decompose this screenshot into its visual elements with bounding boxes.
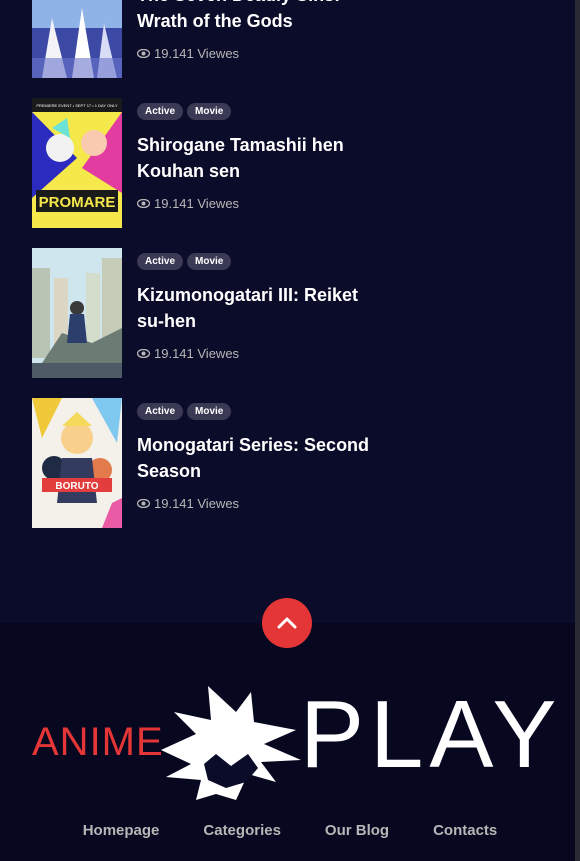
tag-list: Active Movie [137, 103, 232, 120]
views-text: 19.141 Viewes [154, 46, 240, 61]
views-count: 19.141 Viewes [137, 196, 239, 211]
views-text: 19.141 Viewes [154, 196, 240, 211]
anime-thumbnail[interactable]: PREMIERE EVENT • SEPT 17 • 1 DAY ONLY PR… [32, 98, 122, 228]
footer-link-contacts[interactable]: Contacts [433, 822, 497, 839]
list-item[interactable]: Active Movie Kizumonogatari III: Reiket … [32, 248, 412, 378]
footer-link-homepage[interactable]: Homepage [83, 822, 160, 839]
status-badge[interactable]: Active [137, 103, 184, 120]
site-logo[interactable]: ANIME PLAY [32, 680, 556, 800]
eye-icon [137, 499, 150, 508]
eye-icon [137, 199, 150, 208]
views-count: 19.141 Viewes [137, 46, 239, 61]
anime-thumbnail[interactable] [32, 248, 122, 378]
views-count: 19.141 Viewes [137, 496, 239, 511]
back-to-top-button[interactable] [262, 598, 312, 648]
views-count: 19.141 Viewes [137, 346, 239, 361]
type-badge[interactable]: Movie [187, 253, 232, 270]
footer-nav: Homepage Categories Our Blog Contacts [0, 822, 580, 839]
views-text: 19.141 Viewes [154, 496, 240, 511]
anime-title[interactable]: Monogatari Series: Second Season [137, 432, 377, 484]
anime-title[interactable]: Shirogane Tamashii hen Kouhan sen [137, 132, 377, 184]
anime-title[interactable]: Kizumonogatari III: Reiket su-hen [137, 282, 377, 334]
status-badge[interactable]: Active [137, 403, 184, 420]
list-item[interactable]: PREMIERE EVENT • SEPT 17 • 1 DAY ONLY PR… [32, 98, 412, 228]
footer-link-our-blog[interactable]: Our Blog [325, 822, 389, 839]
chevron-up-icon [277, 617, 297, 629]
status-badge[interactable]: Active [137, 253, 184, 270]
tag-list: Active Movie [137, 403, 232, 420]
type-badge[interactable]: Movie [187, 403, 232, 420]
tag-list: Active Movie [137, 253, 232, 270]
thumb-title: BORUTO [55, 481, 98, 492]
logo-text-play: PLAY [300, 681, 563, 788]
anime-title[interactable]: The Seven Deadly Sins: Wrath of the Gods [137, 0, 377, 34]
list-item[interactable]: BORUTO Active Movie Monogatari Series: S… [32, 398, 412, 528]
thumb-caption: PREMIERE EVENT • SEPT 17 • 1 DAY ONLY [36, 103, 118, 108]
footer-link-categories[interactable]: Categories [203, 822, 281, 839]
thumb-title: PROMARE [39, 194, 116, 211]
goku-head-icon [161, 686, 301, 800]
type-badge[interactable]: Movie [187, 103, 232, 120]
list-item[interactable]: The Seven Deadly Sins: Wrath of the Gods… [32, 0, 412, 78]
eye-icon [137, 349, 150, 358]
anime-thumbnail[interactable]: BORUTO [32, 398, 122, 528]
scrollbar[interactable] [575, 0, 580, 861]
views-text: 19.141 Viewes [154, 346, 240, 361]
eye-icon [137, 49, 150, 58]
logo-text-anime: ANIME [32, 720, 164, 764]
anime-thumbnail[interactable] [32, 0, 122, 78]
